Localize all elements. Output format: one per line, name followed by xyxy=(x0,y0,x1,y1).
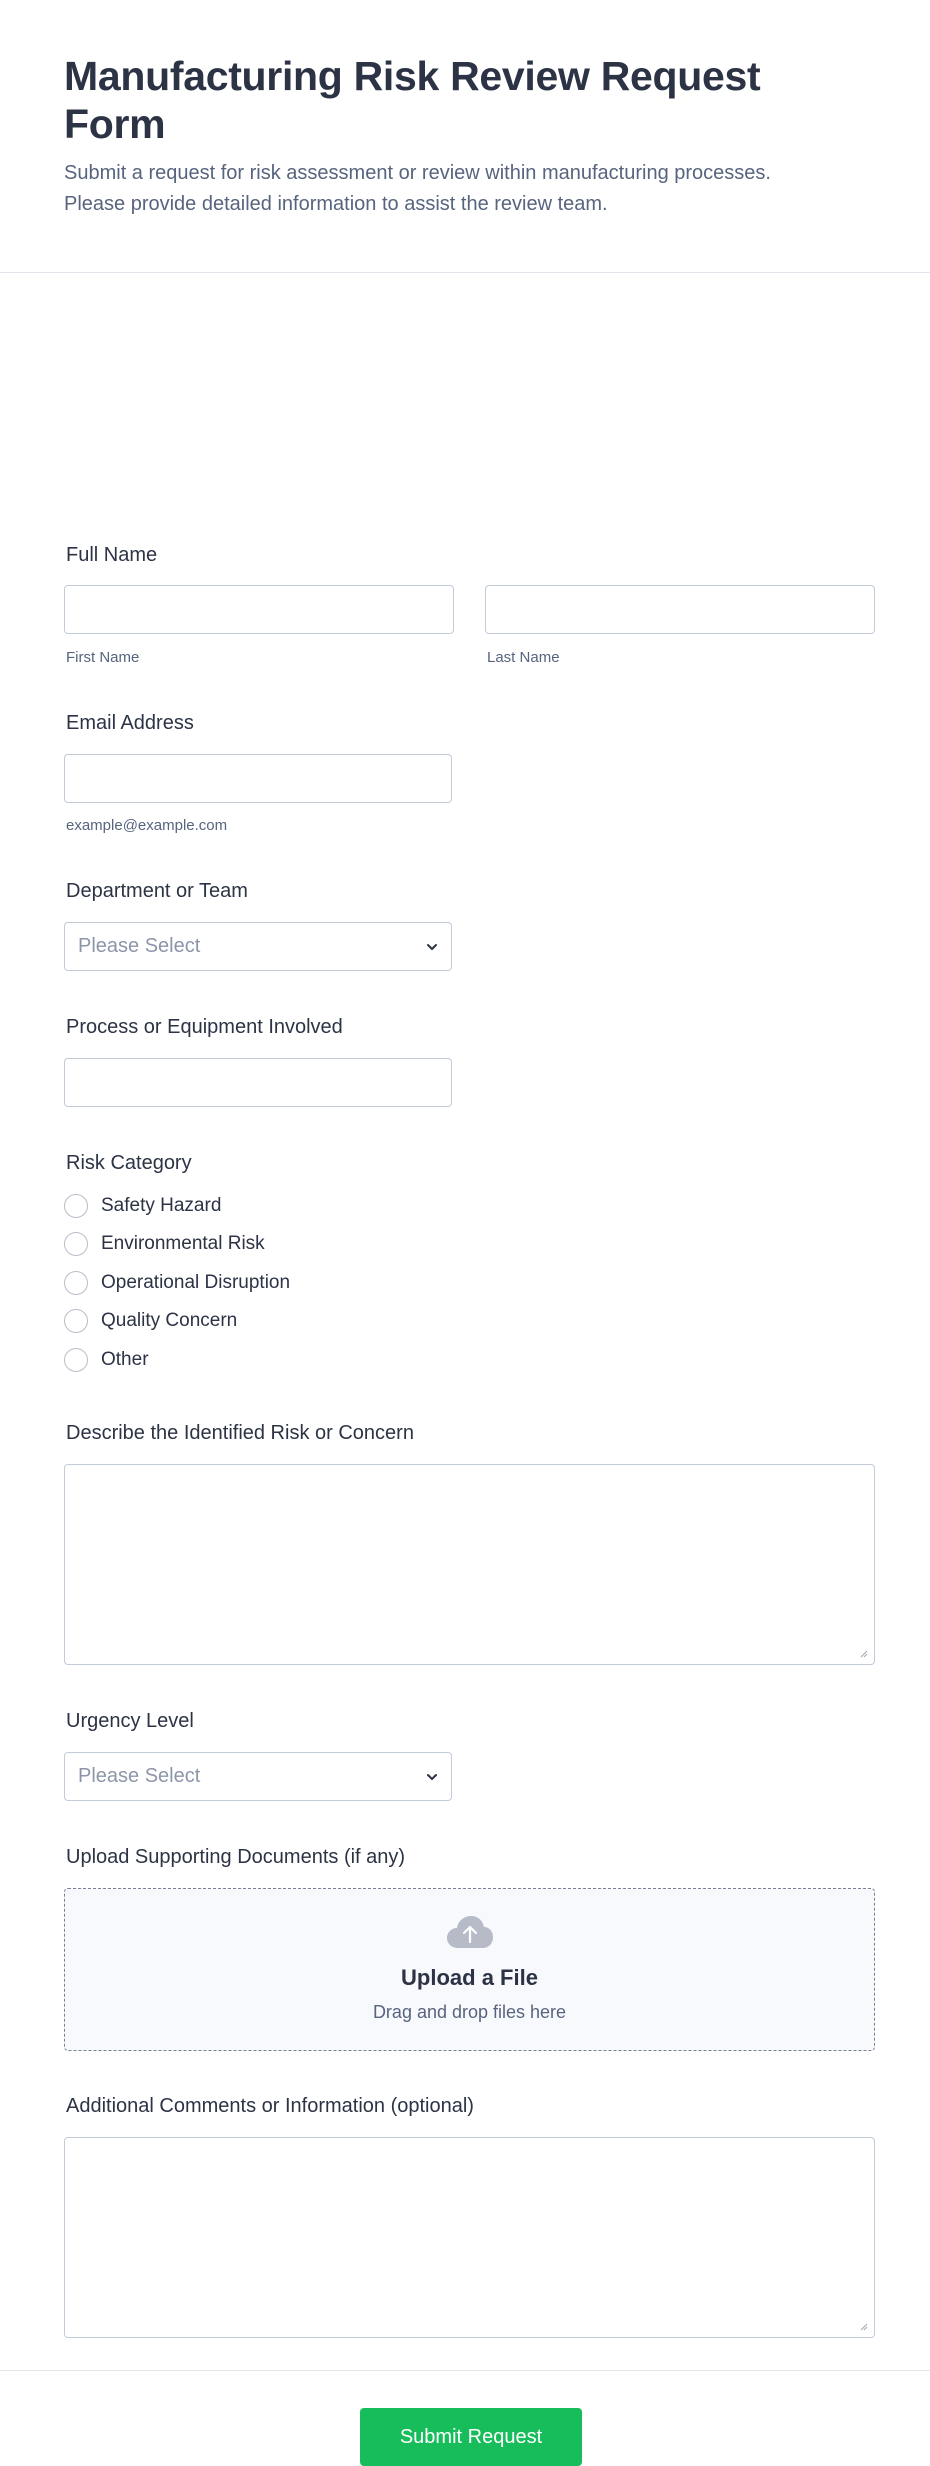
footer-divider xyxy=(0,2370,930,2371)
radio-circle[interactable] xyxy=(64,1271,88,1295)
email-sublabel: example@example.com xyxy=(66,817,228,834)
comments-label: Additional Comments or Information (opti… xyxy=(66,2095,474,2117)
radio-circle[interactable] xyxy=(64,1194,88,1218)
page-title: Manufacturing Risk Review Request Form xyxy=(64,53,761,147)
comments-textarea[interactable] xyxy=(64,2137,875,2338)
form-header: Manufacturing Risk Review Request Form S… xyxy=(0,0,930,273)
email-label: Email Address xyxy=(66,712,194,734)
urgency-select[interactable]: Please Select xyxy=(64,1752,452,1801)
first-name-sublabel: First Name xyxy=(66,649,140,666)
upload-label: Upload Supporting Documents (if any) xyxy=(66,1846,406,1868)
describe-risk-textarea[interactable] xyxy=(64,1464,875,1665)
risk-category-label: Risk Category xyxy=(66,1152,192,1174)
email-input[interactable] xyxy=(64,754,452,803)
radio-circle[interactable] xyxy=(64,1232,88,1256)
first-name-input[interactable] xyxy=(64,585,454,634)
cloud-upload-icon xyxy=(447,1916,493,1948)
urgency-label: Urgency Level xyxy=(66,1710,194,1732)
subtitle-line-2: Please provide detailed information to a… xyxy=(64,193,608,215)
resize-handle-icon[interactable] xyxy=(860,1650,868,1658)
resize-handle-icon[interactable] xyxy=(860,2323,868,2331)
upload-subtitle: Drag and drop files here xyxy=(372,2002,567,2022)
radio-label: Quality Concern xyxy=(101,1310,238,1331)
process-label: Process or Equipment Involved xyxy=(66,1016,343,1038)
describe-risk-label: Describe the Identified Risk or Concern xyxy=(66,1422,414,1444)
file-upload-dropzone[interactable]: Upload a File Drag and drop files here xyxy=(64,1888,875,2051)
department-select[interactable]: Please Select xyxy=(64,922,452,971)
last-name-sublabel: Last Name xyxy=(487,649,560,666)
chevron-down-icon xyxy=(427,944,437,950)
radio-circle[interactable] xyxy=(64,1309,88,1333)
chevron-down-icon xyxy=(427,1774,437,1780)
last-name-input[interactable] xyxy=(485,585,875,634)
radio-label: Safety Hazard xyxy=(101,1195,222,1216)
full-name-label: Full Name xyxy=(66,544,158,566)
page-subtitle: Submit a request for risk assessment or … xyxy=(64,158,866,220)
radio-label: Environmental Risk xyxy=(101,1233,265,1254)
subtitle-line-1: Submit a request for risk assessment or … xyxy=(64,162,771,184)
department-label: Department or Team xyxy=(66,880,248,902)
radio-label: Other xyxy=(101,1349,149,1370)
urgency-placeholder: Please Select xyxy=(78,1765,201,1787)
upload-title: Upload a File xyxy=(401,1965,538,1990)
submit-button[interactable]: Submit Request xyxy=(360,2408,582,2466)
department-placeholder: Please Select xyxy=(78,935,201,957)
radio-label: Operational Disruption xyxy=(101,1272,291,1293)
process-input[interactable] xyxy=(64,1058,452,1107)
radio-circle[interactable] xyxy=(64,1348,88,1372)
